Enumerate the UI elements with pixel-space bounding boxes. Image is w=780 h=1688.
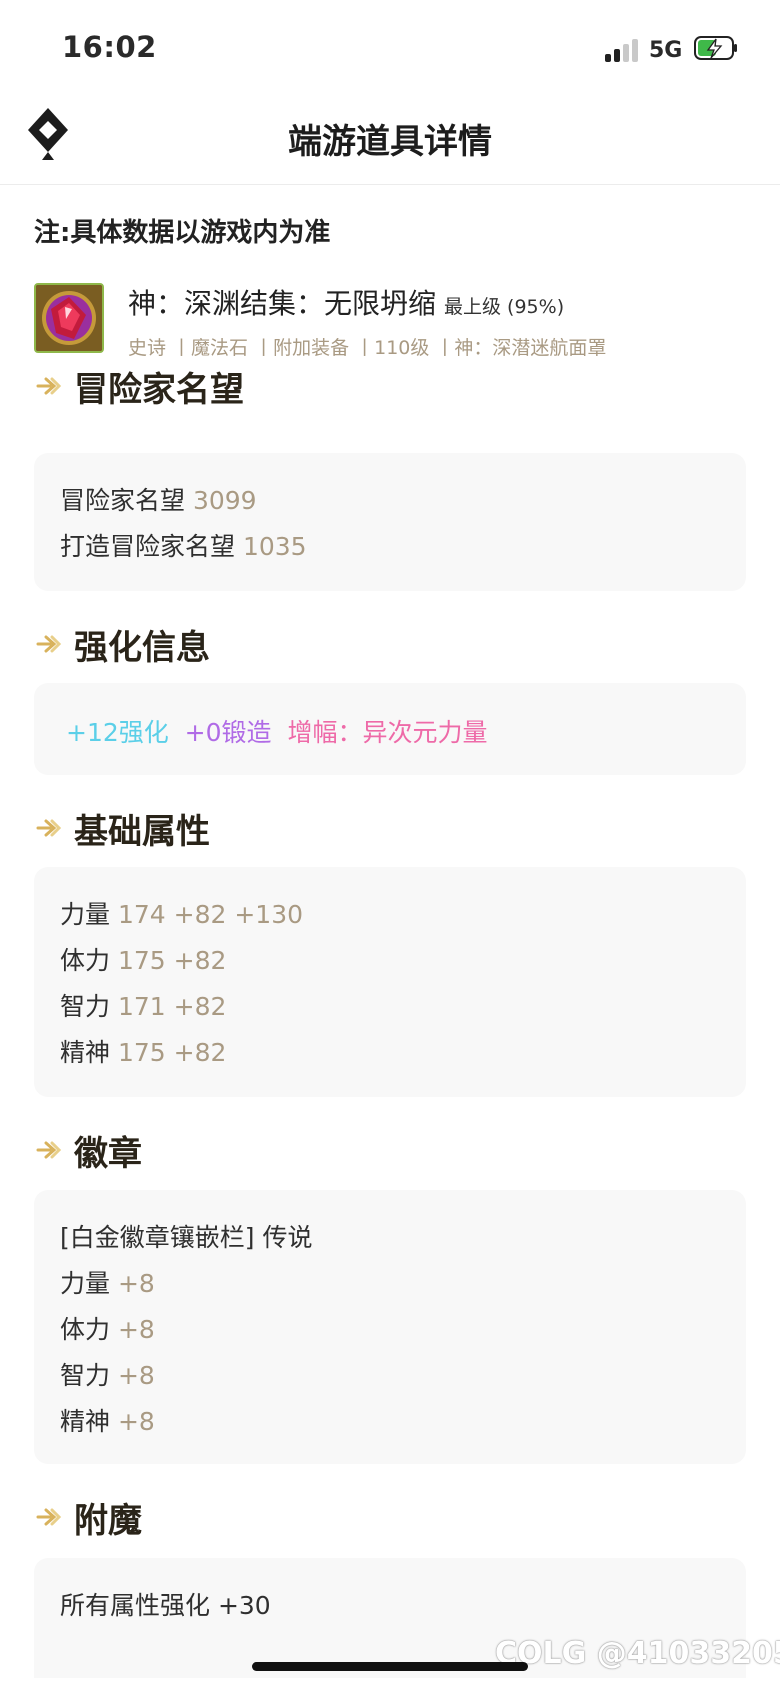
stat-row: 体力 175 +82 bbox=[60, 941, 226, 977]
stat-value: +8 bbox=[117, 1407, 155, 1436]
reputation-card: 冒险家名望 3099 打造冒险家名望 1035 bbox=[34, 453, 746, 591]
stat-value: 174 +82 +130 bbox=[117, 900, 304, 929]
stat-label: 体力 bbox=[60, 946, 111, 975]
chevron-right-icon bbox=[36, 635, 62, 653]
section-title: 强化信息 bbox=[74, 628, 210, 668]
stat-value: 3099 bbox=[192, 486, 257, 515]
stat-label: 智力 bbox=[60, 1361, 111, 1390]
stat-value: 175 +82 bbox=[117, 946, 227, 975]
base-attributes-card: 力量 174 +82 +130 体力 175 +82 智力 171 +82 精神… bbox=[34, 867, 746, 1097]
stat-row: 力量 +8 bbox=[60, 1264, 155, 1300]
item-name: 神：深渊结集：无限坍缩 最上级 (95%) bbox=[128, 282, 564, 322]
amplify-type: 增幅：异次元力量 bbox=[287, 718, 488, 747]
section-title: 冒险家名望 bbox=[74, 370, 244, 410]
status-time: 16:02 bbox=[62, 30, 157, 64]
stat-row: 冒险家名望 3099 bbox=[60, 481, 257, 517]
chevron-right-icon bbox=[36, 819, 62, 837]
chevron-right-icon bbox=[36, 377, 62, 395]
item-name-text: 神：深渊结集：无限坍缩 bbox=[128, 287, 437, 320]
stat-label: 力量 bbox=[60, 900, 111, 929]
section-title: 附魔 bbox=[74, 1501, 142, 1541]
stat-value: 1035 bbox=[242, 532, 307, 561]
emblem-slot: [白金徽章镶嵌栏] 传说 bbox=[60, 1223, 313, 1252]
home-indicator[interactable] bbox=[252, 1662, 528, 1671]
data-note: 注:具体数据以游戏内为准 bbox=[34, 218, 331, 248]
stat-label: 冒险家名望 bbox=[60, 486, 186, 515]
status-bar: 16:02 5G bbox=[0, 0, 780, 100]
top-bar: 端游道具详情 bbox=[0, 100, 780, 185]
stat-value: +8 bbox=[117, 1315, 155, 1344]
signal-icon bbox=[605, 36, 641, 62]
watermark: COLG @410332053 bbox=[495, 1636, 780, 1671]
stat-label: 打造冒险家名望 bbox=[60, 532, 236, 561]
stat-row: 打造冒险家名望 1035 bbox=[60, 527, 307, 563]
item-grade: 最上级 (95%) bbox=[444, 296, 565, 318]
stat-row: 智力 171 +82 bbox=[60, 987, 226, 1023]
stat-value: +8 bbox=[117, 1269, 155, 1298]
stat-value: 171 +82 bbox=[117, 992, 227, 1021]
emblem-card: [白金徽章镶嵌栏] 传说 力量 +8 体力 +8 智力 +8 精神 +8 bbox=[34, 1190, 746, 1464]
stat-value: +8 bbox=[117, 1361, 155, 1390]
stat-row: 精神 175 +82 bbox=[60, 1033, 226, 1069]
stat-row: 智力 +8 bbox=[60, 1356, 155, 1392]
stat-label: 精神 bbox=[60, 1038, 111, 1067]
section-title: 徽章 bbox=[74, 1134, 142, 1174]
stat-value: 175 +82 bbox=[117, 1038, 227, 1067]
item-tags: 史诗 丨魔法石 丨附加装备 丨110级 丨神：深潜迷航面罩 bbox=[128, 337, 607, 359]
enhance-card: +12强化 +0锻造 增幅：异次元力量 bbox=[34, 683, 746, 775]
page-title: 端游道具详情 bbox=[288, 122, 492, 162]
stat-row: 体力 +8 bbox=[60, 1310, 155, 1346]
enhance-row: +12强化 +0锻造 增幅：异次元力量 bbox=[66, 713, 487, 749]
stat-label: 力量 bbox=[60, 1269, 111, 1298]
section-title: 基础属性 bbox=[74, 812, 210, 852]
stat-label: 智力 bbox=[60, 992, 111, 1021]
chevron-right-icon bbox=[36, 1141, 62, 1159]
network-label: 5G bbox=[649, 38, 683, 63]
forge-level: +0锻造 bbox=[184, 718, 272, 747]
stat-row: 力量 174 +82 +130 bbox=[60, 895, 303, 931]
chevron-right-icon bbox=[36, 1508, 62, 1526]
enchant-row: 所有属性强化 +30 bbox=[60, 1591, 271, 1620]
stat-row: 精神 +8 bbox=[60, 1402, 155, 1438]
reinforce-level: +12强化 bbox=[66, 718, 169, 747]
stat-label: 体力 bbox=[60, 1315, 111, 1344]
battery-charging-icon bbox=[694, 36, 737, 60]
stat-label: 精神 bbox=[60, 1407, 111, 1436]
crimson-gem-icon bbox=[34, 283, 104, 353]
